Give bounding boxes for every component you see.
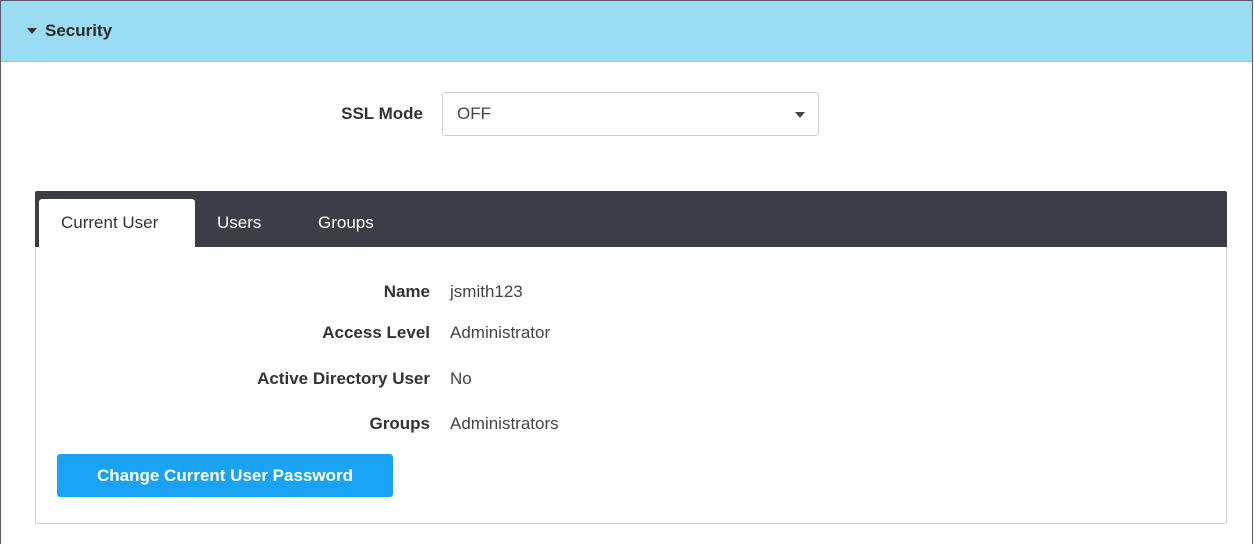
tab-groups[interactable]: Groups: [296, 199, 396, 247]
name-value: jsmith123: [450, 282, 523, 301]
active-directory-value: No: [450, 369, 472, 388]
caret-down-icon: [795, 112, 805, 118]
tab-current-user[interactable]: Current User: [39, 199, 195, 247]
section-title: Security: [45, 21, 113, 40]
ssl-mode-value: OFF: [457, 104, 491, 123]
active-directory-row: Active Directory User No: [36, 369, 1226, 393]
user-panel: Current User Users Groups Name jsmith123…: [35, 191, 1227, 524]
change-password-button[interactable]: Change Current User Password: [57, 454, 393, 497]
ssl-mode-label: SSL Mode: [341, 104, 423, 123]
caret-down-icon: [27, 28, 37, 34]
groups-label: Groups: [369, 414, 430, 433]
access-level-row: Access Level Administrator: [36, 323, 1226, 347]
groups-row: Groups Administrators: [36, 414, 1226, 438]
groups-value: Administrators: [450, 414, 559, 433]
name-label: Name: [383, 282, 430, 301]
access-level-label: Access Level: [322, 323, 430, 342]
tab-users[interactable]: Users: [195, 199, 283, 247]
security-section-header[interactable]: Security: [1, 1, 1252, 62]
name-row: Name jsmith123: [36, 282, 1226, 306]
active-directory-label: Active Directory User: [257, 369, 430, 388]
tab-bar: Current User Users Groups: [35, 191, 1227, 247]
ssl-mode-select[interactable]: OFF: [442, 92, 819, 136]
ssl-mode-row: SSL Mode OFF: [0, 92, 1255, 138]
access-level-value: Administrator: [450, 323, 551, 342]
